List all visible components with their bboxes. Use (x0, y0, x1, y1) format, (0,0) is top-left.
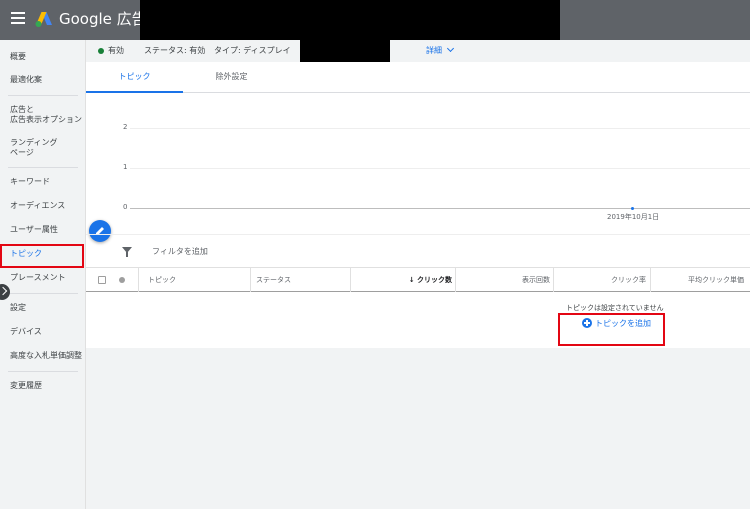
sidebar-divider (8, 95, 78, 96)
campaign-type-label: タイプ: ディスプレイ (214, 46, 291, 55)
y-tick-label: 0 (123, 203, 128, 211)
empty-state-message: トピックは設定されていません (566, 304, 664, 312)
status-value: 有効 (108, 46, 124, 55)
x-tick-label: 2019年10月1日 (607, 213, 660, 221)
sidebar-divider (8, 167, 78, 168)
sidebar-item-demographics[interactable]: ユーザー属性 (0, 225, 86, 235)
x-axis-baseline (130, 208, 750, 209)
filter-icon[interactable] (122, 247, 132, 257)
column-header-clicks-label: クリック数 (417, 276, 452, 284)
redacted-area (140, 0, 560, 40)
product-name: Google 広告 (59, 10, 147, 28)
add-filter-button[interactable]: フィルタを追加 (152, 235, 208, 268)
top-bar: Google 広告 (0, 0, 750, 40)
tab-exclusions[interactable]: 除外設定 (183, 62, 280, 93)
redacted-area (300, 40, 390, 62)
column-header-avg-cpc[interactable]: 平均クリック単価 (652, 268, 744, 292)
column-header-status[interactable]: ステータス (256, 268, 291, 292)
select-all-checkbox[interactable] (98, 276, 106, 284)
column-header-topic[interactable]: トピック (148, 268, 176, 292)
sidebar-item-devices[interactable]: デバイス (0, 327, 86, 337)
sidebar-item-placements[interactable]: プレースメント (0, 273, 86, 283)
gridline (130, 128, 750, 129)
sidebar-item-recommendations[interactable]: 最適化案 (0, 75, 86, 85)
y-tick-label: 1 (123, 163, 128, 171)
sidebar: 概要 最適化案 広告と 広告表示オプション ランディング ページ キーワード オ… (0, 40, 86, 509)
tab-bar: トピック 除外設定 (86, 62, 750, 93)
details-label: 詳細 (426, 46, 442, 55)
column-divider (250, 268, 251, 292)
sidebar-item-ads-extensions[interactable]: 広告と 広告表示オプション (0, 105, 86, 125)
status-dot-icon (119, 277, 125, 283)
sidebar-divider (8, 371, 78, 372)
column-divider (138, 268, 139, 292)
column-divider (350, 268, 351, 292)
filter-bar: フィルタを追加 (86, 234, 750, 267)
column-divider (650, 268, 651, 292)
data-point (631, 207, 634, 210)
add-topic-highlight-box (558, 313, 665, 346)
sort-arrow-down-icon: ↓ (408, 276, 417, 284)
sidebar-item-landing-pages[interactable]: ランディング ページ (0, 138, 86, 158)
topic-highlight-box (0, 244, 84, 268)
column-header-clicks[interactable]: ↓ クリック数 (356, 268, 452, 292)
sidebar-item-settings[interactable]: 設定 (0, 303, 86, 313)
campaign-status-bar: 有効 ステータス: 有効 タイプ: ディスプレイ 詳細 (86, 40, 750, 62)
hamburger-menu-icon[interactable] (11, 12, 25, 26)
column-header-ctr[interactable]: クリック率 (554, 268, 646, 292)
y-tick-label: 2 (123, 123, 128, 131)
gridline (130, 168, 750, 169)
tab-topics[interactable]: トピック (86, 62, 183, 93)
performance-chart: 2 1 0 2019年10月1日 (86, 94, 750, 234)
sidebar-item-change-history[interactable]: 変更履歴 (0, 381, 86, 391)
app-root: Google 広告 概要 最適化案 広告と 広告表示オプション ランディング ペ… (0, 0, 750, 509)
sidebar-item-keywords[interactable]: キーワード (0, 177, 86, 187)
chevron-down-icon (446, 44, 455, 53)
sidebar-divider (8, 293, 78, 294)
details-toggle[interactable]: 詳細 (426, 40, 455, 62)
status-dot-icon (98, 48, 104, 54)
sidebar-item-overview[interactable]: 概要 (0, 52, 86, 62)
status-label: ステータス: 有効 (144, 46, 206, 55)
sidebar-item-audiences[interactable]: オーディエンス (0, 201, 86, 211)
main-content: トピック 除外設定 2 1 0 2019年10月1日 フィルタを追加 トピック … (86, 62, 750, 348)
table-header: トピック ステータス ↓ クリック数 表示回数 クリック率 平均クリック単価 (86, 267, 750, 292)
google-ads-logo-icon (35, 12, 52, 27)
sidebar-item-advanced-bid-adjustments[interactable]: 高度な入札単価調整 (0, 351, 86, 361)
column-header-impressions[interactable]: 表示回数 (456, 268, 550, 292)
